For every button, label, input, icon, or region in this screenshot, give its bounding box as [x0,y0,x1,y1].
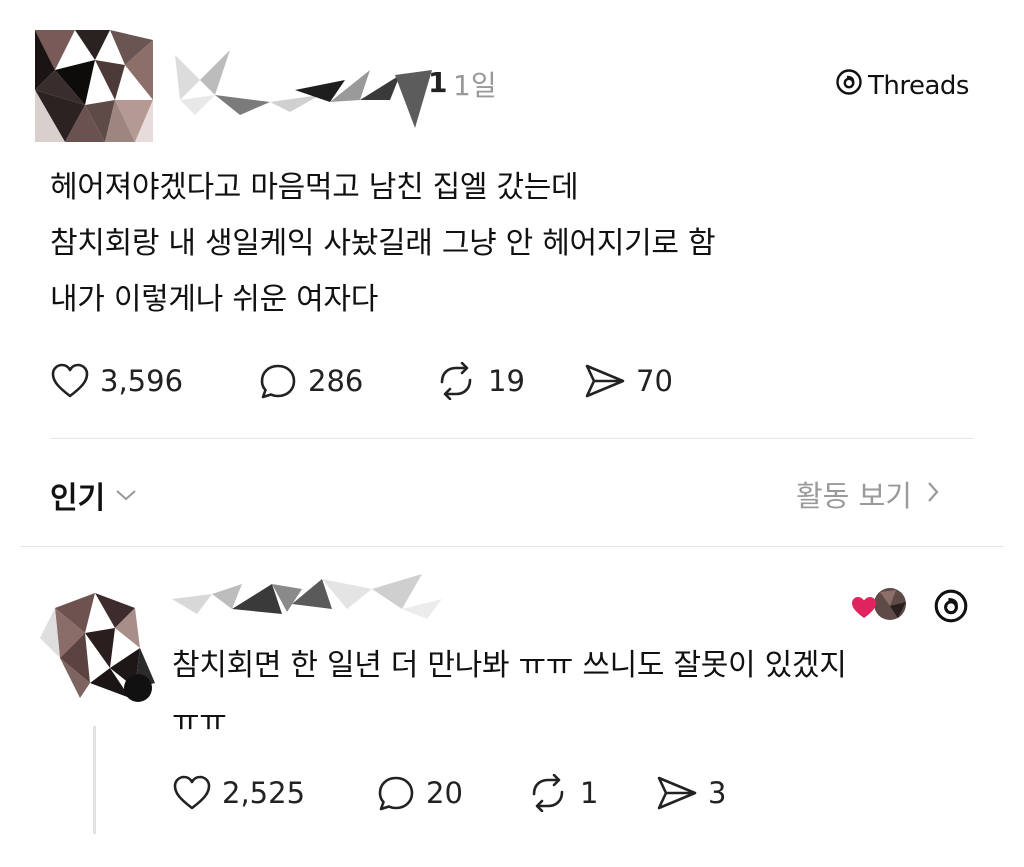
view-activity-label: 활동 보기 [796,479,912,513]
post-like-button[interactable]: 3,596 [50,362,183,400]
post-body: 헤어져야겠다고 마음먹고 남친 집엘 갔는데 참치회랑 내 생일케익 사놨길래 … [50,160,716,328]
share-icon [657,776,697,810]
repost-count: 1 [580,776,599,810]
comment-count: 286 [308,364,364,398]
reply-like-button[interactable]: 2,525 [172,774,305,812]
heart-icon [173,775,211,810]
liked-by-author-badge [850,584,910,628]
post-repost-button[interactable]: 19 [434,362,525,400]
reply-body: 참치회면 한 일년 더 만나봐 ㅠㅠ 쓰니도 잘못이 있겠지 ㅠㅠ [172,638,847,750]
post-share-button[interactable]: 70 [584,362,673,400]
comment-count: 20 [426,776,463,810]
reply-author-avatar[interactable] [40,588,158,708]
sort-label: 인기 [50,481,106,516]
sort-dropdown[interactable]: 인기 [50,473,137,517]
post-timestamp: 1일 [453,69,497,102]
reply-line: ㅠㅠ [172,704,227,739]
author-avatar[interactable] [35,30,153,142]
post-line: 내가 이렇게나 쉬운 여자다 [50,282,379,317]
reply-line: 참치회면 한 일년 더 만나봐 ㅠㅠ 쓰니도 잘못이 있겠지 [172,648,847,683]
post-divider [50,438,974,439]
like-count: 3,596 [100,364,184,398]
liked-by-author-heart-icon [852,597,876,618]
repost-count: 19 [488,364,525,398]
reply-comment-button[interactable]: 20 [376,774,463,812]
section-divider [20,546,1004,547]
threads-logo-icon [836,68,862,103]
chevron-right-icon [926,480,940,508]
author-handle-suffix: 1 [428,66,448,99]
like-count: 2,525 [222,776,306,810]
view-activity-link[interactable]: 활동 보기 [796,473,940,515]
threads-brand[interactable]: Threads [836,68,969,103]
comment-icon [260,364,296,399]
reply-threads-icon[interactable] [934,588,968,628]
chevron-down-icon [115,483,137,508]
share-count: 3 [708,776,727,810]
repost-icon [440,362,472,400]
reply-share-button[interactable]: 3 [656,774,726,812]
post-line: 참치회랑 내 생일케익 사놨길래 그냥 안 헤어지기로 함 [50,226,716,261]
post-line: 헤어져야겠다고 마음먹고 남친 집엘 갔는데 [50,170,579,205]
post-comment-button[interactable]: 286 [258,362,363,400]
comment-icon [378,776,414,811]
reply-author-handle-redacted[interactable] [172,564,442,624]
author-handle-redacted[interactable] [170,40,432,130]
thread-connector-line [93,726,96,834]
heart-icon [51,363,89,398]
share-icon [585,364,625,398]
share-count: 70 [636,364,673,398]
threads-brand-label: Threads [868,70,969,101]
reply-repost-button[interactable]: 1 [526,774,598,812]
repost-icon [532,774,564,812]
